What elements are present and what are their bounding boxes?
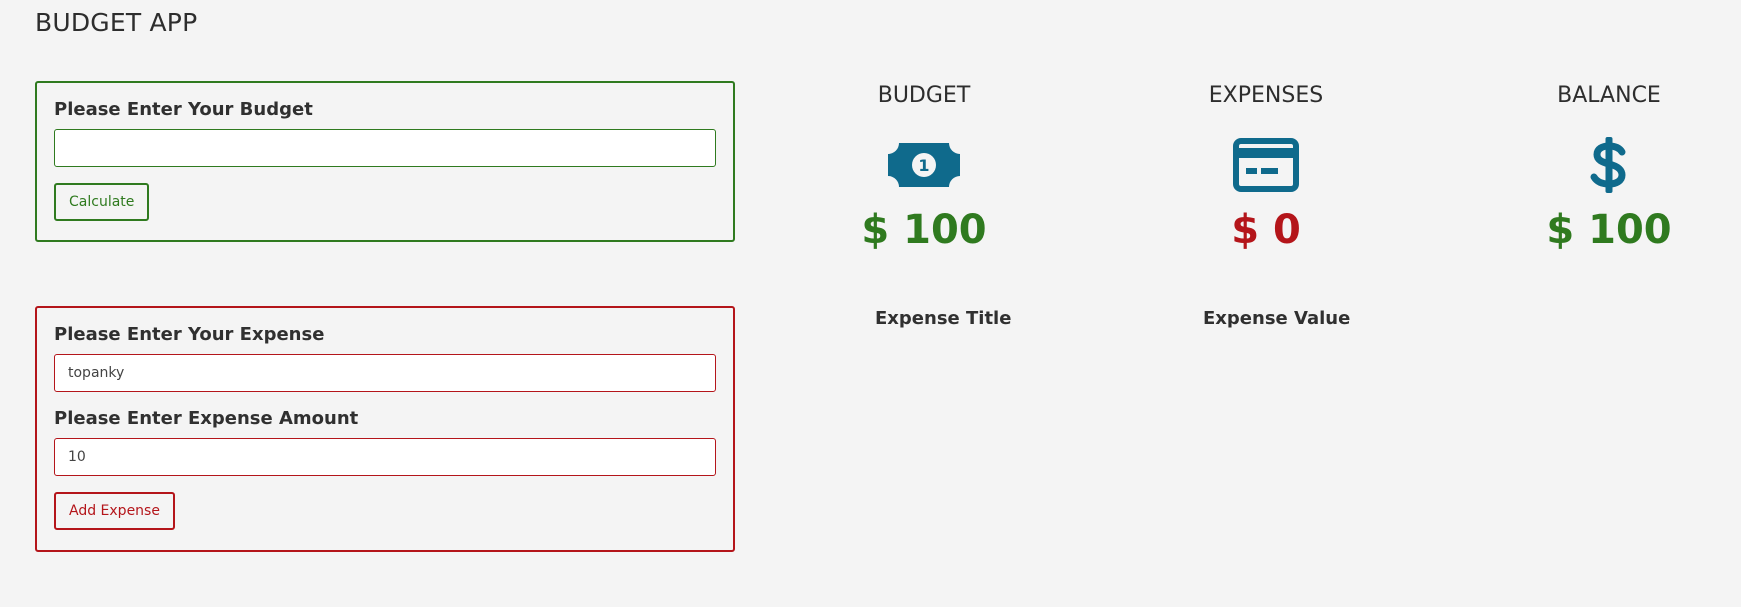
app-title: BUDGET APP [35, 8, 198, 37]
expense-value-header: Expense Value [1203, 308, 1351, 329]
budget-input-label: Please Enter Your Budget [54, 99, 313, 120]
expenses-stat-title: EXPENSES [1208, 83, 1324, 108]
budget-stat: BUDGET 1 $ 100 [804, 81, 1044, 255]
expenses-amount: $ 0 [1231, 207, 1301, 253]
budget-form: Please Enter Your Budget Calculate [35, 81, 735, 242]
balance-stat: BALANCE $ 100 [1489, 81, 1729, 255]
expense-form: Please Enter Your Expense Please Enter E… [35, 306, 735, 552]
add-expense-button[interactable]: Add Expense [54, 492, 175, 530]
budget-input[interactable] [54, 129, 716, 167]
expense-title-header: Expense Title [875, 308, 1012, 329]
svg-text:1: 1 [918, 156, 929, 175]
expense-title-label: Please Enter Your Expense [54, 324, 325, 345]
expense-amount-label: Please Enter Expense Amount [54, 408, 359, 429]
calculate-button[interactable]: Calculate [54, 183, 150, 221]
budget-stat-title: BUDGET [877, 83, 971, 108]
expenses-stat: EXPENSES $ 0 [1146, 81, 1386, 255]
credit-card-icon [1146, 135, 1386, 195]
balance-amount: $ 100 [1546, 207, 1672, 253]
money-bill-icon: 1 [804, 135, 1044, 195]
balance-stat-title: BALANCE [1557, 83, 1661, 108]
budget-amount: $ 100 [861, 207, 987, 253]
expense-title-input[interactable] [54, 354, 716, 392]
dollar-sign-icon [1489, 135, 1729, 195]
expense-amount-input[interactable] [54, 438, 716, 476]
